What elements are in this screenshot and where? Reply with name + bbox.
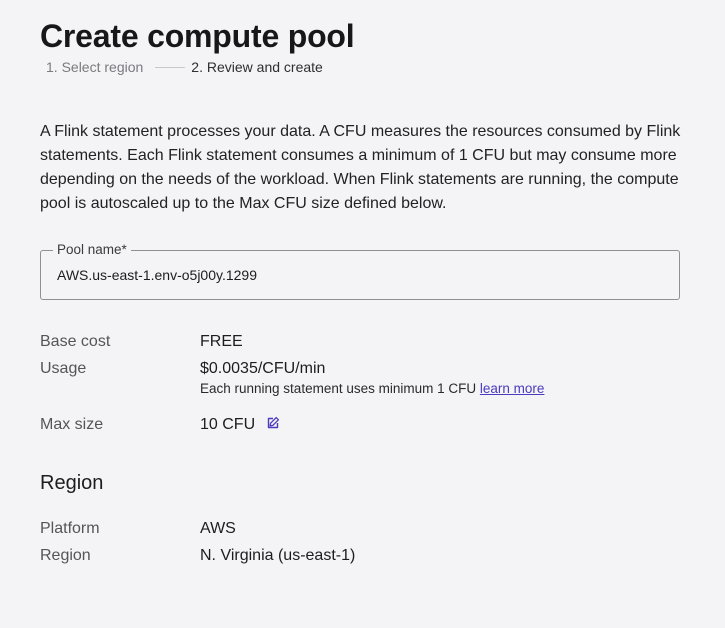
region-value: N. Virginia (us-east-1) <box>200 547 356 564</box>
pool-name-input[interactable] <box>57 265 657 285</box>
base-cost-label: Base cost <box>40 333 111 350</box>
region-section-heading: Region <box>40 472 104 494</box>
base-cost-value: FREE <box>200 333 243 350</box>
region-label: Region <box>40 547 91 564</box>
max-size-value-wrap: 10 CFU <box>200 415 280 435</box>
step-select-region[interactable]: 1. Select region <box>46 59 143 75</box>
usage-label: Usage <box>40 360 87 377</box>
usage-row: Usage $0.0035/CFU/min Each running state… <box>40 359 680 399</box>
step-review-and-create: 2. Review and create <box>191 59 323 75</box>
page-title: Create compute pool <box>40 18 355 54</box>
platform-row: Platform AWS <box>40 519 680 539</box>
region-row: Region N. Virginia (us-east-1) <box>40 546 680 566</box>
max-size-value: 10 CFU <box>200 416 256 433</box>
usage-note: Each running statement uses minimum 1 CF… <box>200 381 544 397</box>
platform-label: Platform <box>40 520 100 537</box>
max-size-label: Max size <box>40 416 104 433</box>
learn-more-link[interactable]: learn more <box>480 381 545 396</box>
usage-note-text: Each running statement uses minimum 1 CF… <box>200 381 477 396</box>
stepper: 1. Select region 2. Review and create <box>46 58 323 76</box>
pool-name-label: Pool name* <box>53 242 131 258</box>
edit-icon[interactable] <box>266 416 280 430</box>
max-size-row: Max size 10 CFU <box>40 415 680 435</box>
step-connector <box>155 66 186 68</box>
intro-description: A Flink statement processes your data. A… <box>40 123 681 212</box>
pool-name-field[interactable]: Pool name* <box>40 242 680 300</box>
usage-value: $0.0035/CFU/min <box>200 360 326 377</box>
base-cost-row: Base cost FREE <box>40 332 680 352</box>
platform-value: AWS <box>200 520 236 537</box>
